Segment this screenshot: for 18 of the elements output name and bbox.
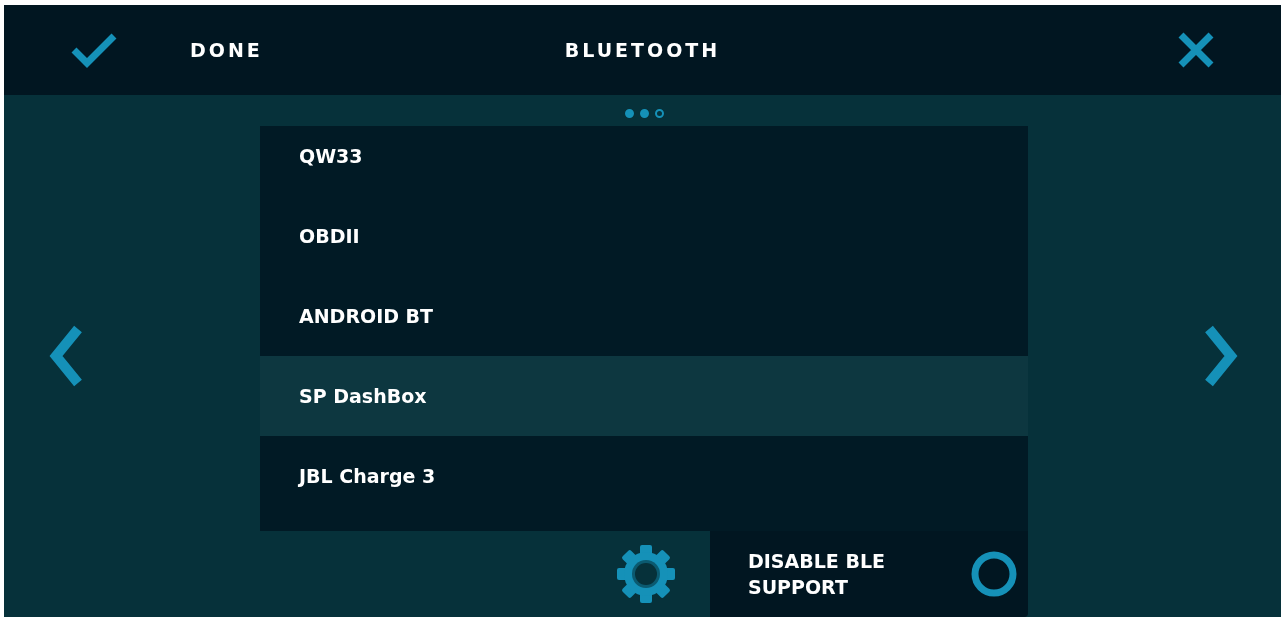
settings-icon — [616, 544, 676, 604]
close-icon — [1177, 31, 1215, 69]
checkmark-icon — [70, 32, 118, 68]
device-item[interactable]: ANDROID BT — [260, 276, 1028, 356]
window-title: BLUETOOTH — [564, 39, 721, 61]
device-item[interactable]: OBDII — [260, 196, 1028, 276]
chevron-left-icon — [48, 325, 84, 387]
close-button[interactable] — [1177, 31, 1215, 69]
ble-label: DISABLE BLE SUPPORT — [748, 549, 886, 600]
done-button[interactable]: DONE — [70, 32, 263, 68]
settings-button[interactable] — [616, 544, 676, 604]
chevron-right-icon — [1203, 325, 1239, 387]
next-button[interactable] — [1203, 325, 1239, 387]
previous-button[interactable] — [48, 325, 84, 387]
device-item[interactable]: JBL Charge 3 — [260, 436, 1028, 516]
ble-toggle[interactable] — [969, 549, 1019, 599]
device-item[interactable]: QW33 — [260, 126, 1028, 196]
device-item[interactable]: SP DashBox — [260, 356, 1028, 436]
